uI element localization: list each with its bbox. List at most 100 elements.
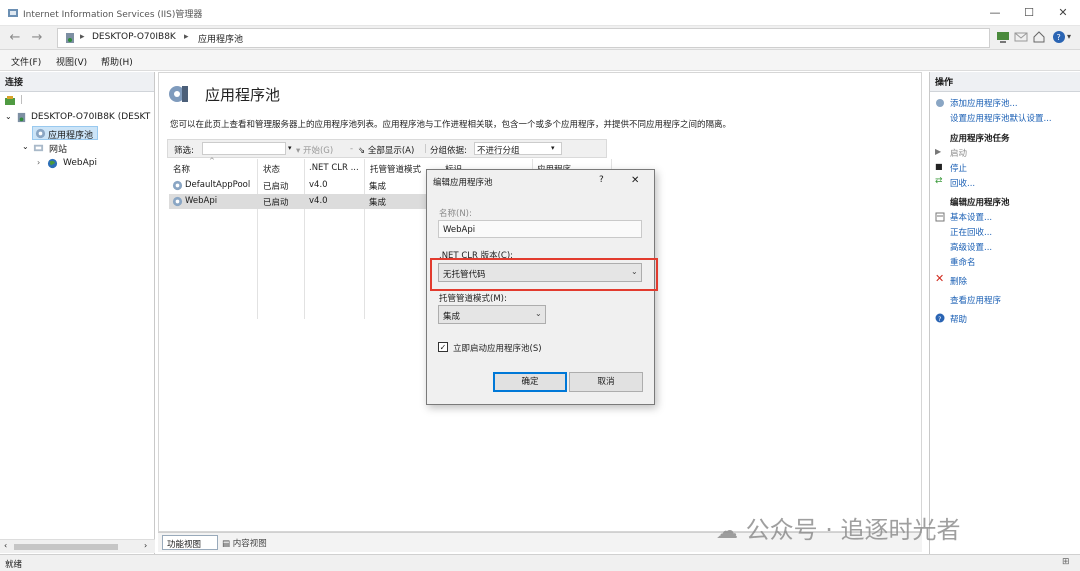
scroll-right-icon[interactable]: ›: [144, 541, 147, 550]
app-pool-icon: [172, 180, 183, 191]
actions-panel: 操作 添加应用程序池... 设置应用程序池默认设置... 应用程序池任务 ▶ 启…: [929, 72, 1080, 554]
group-by-select[interactable]: 不进行分组 ▾: [474, 142, 562, 156]
forward-icon[interactable]: →: [28, 30, 46, 46]
left-scrollbar[interactable]: ‹ ›: [0, 539, 155, 553]
start-link: 启动: [950, 149, 968, 159]
sort-asc-icon: ^: [209, 157, 215, 165]
help-icon[interactable]: ?: [1052, 30, 1066, 44]
recycle-link[interactable]: 回收...: [950, 177, 975, 189]
tree-app-pools[interactable]: 应用程序池: [32, 126, 98, 141]
column-pipeline[interactable]: 托管管道模式: [370, 163, 421, 175]
app-pool-icon: [169, 86, 188, 102]
tasks-section-title: 应用程序池任务: [950, 134, 1010, 144]
watermark-text: 公众号 · 追逐时光者: [745, 516, 961, 544]
go-label: 开始(G): [302, 146, 334, 156]
column-status[interactable]: 状态: [263, 163, 280, 175]
breadcrumb[interactable]: ▸ DESKTOP-O70IB8K ▸ 应用程序池: [57, 28, 990, 48]
connections-panel: 连接 | ⌄ DESKTOP-O70IB8K (DESKT 应用程序池 ⌄ 网站…: [0, 72, 155, 554]
breadcrumb-separator: ▸: [184, 32, 189, 42]
cancel-button[interactable]: 取消: [569, 372, 643, 392]
dialog-help-button[interactable]: ?: [599, 175, 604, 185]
tree-server[interactable]: DESKTOP-O70IB8K (DESKT: [31, 112, 150, 122]
pipeline-mode-value: 集成: [443, 312, 461, 322]
actions-header: 操作: [930, 72, 1080, 92]
scroll-thumb[interactable]: [14, 544, 118, 550]
ok-button[interactable]: 确定: [493, 372, 567, 392]
maximize-button[interactable]: ☐: [1014, 4, 1044, 22]
filter-dropdown-icon[interactable]: ▾: [288, 144, 292, 152]
app-pool-icon: [172, 196, 183, 207]
app-pool-icon: [35, 128, 46, 139]
menu-help[interactable]: 帮助(H): [101, 55, 133, 68]
status-text: 就绪: [5, 560, 23, 570]
dialog-close-button[interactable]: ✕: [631, 175, 639, 186]
help-dropdown-icon[interactable]: ▾: [1067, 32, 1071, 41]
toolbar-separator: |: [20, 95, 24, 105]
row-status: 已启动: [263, 182, 289, 192]
network-icon: ⊞: [1062, 557, 1070, 567]
breadcrumb-app-pools[interactable]: 应用程序池: [198, 32, 243, 45]
column-name[interactable]: 名称: [173, 163, 190, 175]
tree-webapi[interactable]: WebApi: [63, 158, 97, 168]
menu-file[interactable]: 文件(F): [11, 55, 41, 68]
separator: -: [350, 144, 354, 154]
row-clr: v4.0: [309, 196, 328, 206]
add-pool-link[interactable]: 添加应用程序池...: [950, 97, 1018, 109]
connect-icon[interactable]: [4, 95, 16, 107]
mail-icon[interactable]: [1014, 30, 1028, 44]
row-pipeline: 集成: [369, 198, 387, 208]
home-icon[interactable]: [1032, 30, 1046, 44]
pipeline-mode-select[interactable]: 集成 ⌄: [438, 305, 546, 324]
menu-bar: 文件(F) 视图(V) 帮助(H): [0, 50, 1080, 71]
tab-content-view[interactable]: ▤ 内容视图: [222, 537, 267, 549]
menu-view[interactable]: 视图(V): [56, 55, 87, 68]
advanced-settings-link[interactable]: 高级设置...: [950, 241, 992, 253]
basic-settings-link[interactable]: 基本设置...: [950, 211, 992, 223]
add-pool-icon: [936, 99, 944, 107]
connections-header: 连接: [0, 72, 154, 92]
pipeline-label: 托管管道模式(M):: [439, 294, 507, 304]
computer-icon[interactable]: [996, 30, 1010, 44]
expand-icon[interactable]: ⌄: [22, 142, 29, 151]
edit-section-title: 编辑应用程序池: [950, 198, 1010, 208]
stop-link[interactable]: 停止: [950, 162, 967, 174]
column-clr[interactable]: .NET CLR ...: [309, 163, 359, 173]
back-icon[interactable]: ←: [6, 30, 24, 46]
autostart-checkbox[interactable]: ✓: [438, 342, 448, 352]
row-name: DefaultAppPool: [185, 180, 251, 190]
help-link[interactable]: 帮助: [950, 313, 967, 325]
filter-input[interactable]: [202, 142, 286, 155]
collapse-icon[interactable]: ›: [37, 158, 40, 167]
minimize-button[interactable]: —: [980, 4, 1010, 22]
iis-app-icon: [8, 9, 18, 17]
view-apps-link[interactable]: 查看应用程序: [950, 294, 1001, 306]
breadcrumb-server[interactable]: DESKTOP-O70IB8K: [92, 32, 176, 42]
scroll-left-icon[interactable]: ‹: [4, 541, 7, 550]
clr-version-value: 无托管代码: [443, 270, 486, 280]
go-button[interactable]: ▾ 开始(G): [296, 144, 333, 156]
tab-features-view[interactable]: 功能视图: [162, 535, 218, 550]
show-all-label: 全部显示(A): [367, 146, 415, 156]
globe-icon: [47, 158, 58, 169]
name-field: WebApi: [438, 220, 642, 238]
set-defaults-link[interactable]: 设置应用程序池默认设置...: [950, 112, 1052, 124]
expand-icon[interactable]: ⌄: [5, 112, 12, 121]
autostart-label[interactable]: 立即启动应用程序池(S): [453, 342, 542, 354]
start-icon: ▶: [935, 147, 942, 156]
chevron-down-icon: ⌄: [535, 309, 542, 318]
edit-app-pool-dialog: 编辑应用程序池 ? ✕ 名称(N): WebApi .NET CLR 版本(C)…: [426, 169, 658, 405]
tree-sites[interactable]: 网站: [49, 142, 67, 155]
clr-version-select[interactable]: 无托管代码 ⌄: [438, 263, 642, 282]
chevron-down-icon: ▾: [551, 144, 555, 152]
tree-app-pools-label: 应用程序池: [48, 131, 94, 141]
show-all-button[interactable]: ⇘ 全部显示(A): [358, 144, 414, 156]
recycling-link[interactable]: 正在回收...: [950, 226, 992, 238]
sites-folder-icon: [33, 144, 44, 152]
close-button[interactable]: ✕: [1048, 4, 1078, 22]
title-bar: Internet Information Services (IIS)管理器 —…: [0, 0, 1080, 26]
tab-content-label: 内容视图: [232, 539, 267, 549]
page-description: 您可以在此页上查看和管理服务器上的应用程序池列表。应用程序池与工作进程相关联，包…: [170, 120, 732, 130]
svg-text:?: ?: [938, 315, 941, 323]
delete-link[interactable]: 删除: [950, 275, 967, 287]
rename-link[interactable]: 重命名: [950, 256, 976, 268]
